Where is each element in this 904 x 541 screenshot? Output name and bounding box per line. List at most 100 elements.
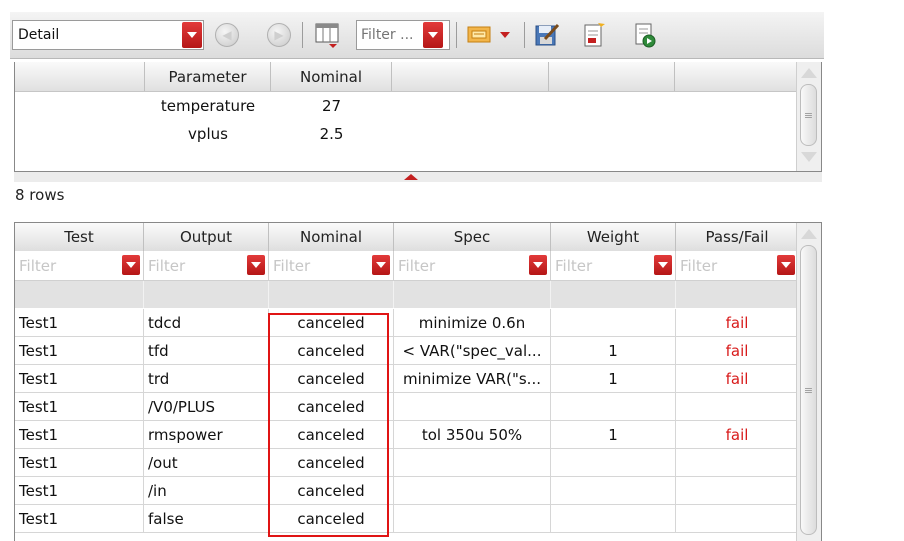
- image-button[interactable]: [464, 20, 494, 50]
- header-output[interactable]: Output: [144, 223, 269, 251]
- cell-pass-fail: [676, 393, 798, 420]
- parameter-row[interactable]: vplus 2.5: [15, 120, 798, 148]
- header-empty: [675, 62, 798, 91]
- cell-weight: [551, 449, 676, 476]
- filter-cell-nominal[interactable]: Filter: [269, 251, 394, 280]
- filter-cell-weight[interactable]: Filter: [551, 251, 676, 280]
- cell-test: Test1: [15, 477, 144, 504]
- header-weight[interactable]: Weight: [551, 223, 676, 251]
- cell-spec: minimize 0.6n: [394, 309, 551, 336]
- view-select[interactable]: Detail: [12, 20, 204, 50]
- cell-pass-fail: fail: [725, 425, 749, 444]
- header-blank: [15, 62, 145, 91]
- filter-cell-test[interactable]: Filter: [15, 251, 144, 280]
- results-scrollbar[interactable]: ≡: [796, 223, 821, 541]
- group-cell: [551, 281, 676, 308]
- edit-save-button[interactable]: [532, 20, 562, 50]
- cell-test: Test1: [15, 505, 144, 532]
- cell-pass-fail: [676, 505, 798, 532]
- filter-dropdown-icon[interactable]: [372, 255, 390, 275]
- cell-output: /out: [144, 449, 269, 476]
- scroll-down-icon[interactable]: [801, 152, 817, 162]
- filter-dropdown-icon[interactable]: [529, 255, 547, 275]
- header-parameter[interactable]: Parameter: [145, 62, 271, 91]
- filter-placeholder: Filter: [273, 257, 311, 275]
- scrollbar-thumb[interactable]: ≡: [800, 84, 817, 146]
- filter-placeholder: Filter: [148, 257, 186, 275]
- row-count-label: 8 rows: [15, 186, 65, 204]
- header-nominal[interactable]: Nominal: [269, 223, 394, 251]
- cell-test: Test1: [15, 309, 144, 336]
- scroll-up-icon[interactable]: [801, 229, 817, 239]
- table-row[interactable]: Test1/in canceled: [15, 477, 798, 505]
- table-row[interactable]: Test1/out canceled: [15, 449, 798, 477]
- parameter-scrollbar[interactable]: ≡: [796, 62, 821, 171]
- cell-nominal: canceled: [269, 337, 394, 364]
- table-row[interactable]: Test1 trd canceled minimize VAR("s... 1 fail: [15, 365, 798, 393]
- cell-test: Test1: [15, 337, 144, 364]
- filter-dropdown-icon[interactable]: [122, 255, 140, 275]
- chevron-up-icon[interactable]: [404, 174, 418, 180]
- back-button[interactable]: ◀: [212, 20, 242, 50]
- filter-dropdown-icon[interactable]: [777, 255, 795, 275]
- scrollbar-thumb[interactable]: ≡: [800, 245, 817, 535]
- filter-select[interactable]: [356, 20, 450, 50]
- parameter-row[interactable]: temperature 27: [15, 92, 798, 120]
- document-button[interactable]: [578, 20, 608, 50]
- pane-splitter[interactable]: [14, 172, 822, 182]
- chevron-down-icon[interactable]: [182, 22, 202, 48]
- cell-test: Test1: [15, 393, 144, 420]
- cell-nominal: canceled: [269, 449, 394, 476]
- table-row[interactable]: Test1/V0/PLUS canceled: [15, 393, 798, 421]
- cell-test: Test1: [15, 449, 144, 476]
- scroll-up-icon[interactable]: [801, 68, 817, 78]
- cell-spec: [394, 505, 551, 532]
- toolbar-separator: [302, 22, 303, 48]
- run-document-button[interactable]: [630, 20, 660, 50]
- toolbar-separator: [456, 22, 457, 48]
- table-row[interactable]: Test1 tfd canceled < VAR("spec_val... 1 fail: [15, 337, 798, 365]
- cell-output: trd: [144, 365, 269, 392]
- header-spec[interactable]: Spec: [394, 223, 551, 251]
- table-row[interactable]: Test1 false canceled: [15, 505, 798, 533]
- cell-test: Test1: [15, 365, 144, 392]
- cell-pass-fail: fail: [725, 341, 749, 360]
- group-cell: [15, 281, 144, 308]
- table-row[interactable]: Test1 tdcd canceled minimize 0.6n fail: [15, 309, 798, 337]
- cell-nominal: canceled: [269, 477, 394, 504]
- filter-cell-output[interactable]: Filter: [144, 251, 269, 280]
- filter-input[interactable]: [357, 26, 423, 44]
- group-cell: [676, 281, 798, 308]
- filter-cell-spec[interactable]: Filter: [394, 251, 551, 280]
- cell-weight: 1: [551, 421, 676, 448]
- cell-output: tdcd: [144, 309, 269, 336]
- cell-nominal: canceled: [269, 421, 394, 448]
- cell-weight: 1: [551, 365, 676, 392]
- image-menu-button[interactable]: [496, 20, 514, 50]
- cell-nominal: canceled: [269, 309, 394, 336]
- header-nominal[interactable]: Nominal: [271, 62, 392, 91]
- parameter-table: Parameter Nominal temperature 27 vplus 2…: [14, 62, 822, 172]
- forward-button[interactable]: ▶: [264, 20, 294, 50]
- forward-icon: ▶: [267, 23, 291, 47]
- filter-dropdown-icon[interactable]: [247, 255, 265, 275]
- parameter-value: 2.5: [319, 125, 344, 143]
- group-cell: [394, 281, 551, 308]
- cell-nominal: canceled: [269, 365, 394, 392]
- filter-cell-pass-fail[interactable]: Filter: [676, 251, 798, 280]
- cell-output: /V0/PLUS: [144, 393, 269, 420]
- table-row[interactable]: Test1 rmspower canceled tol 350u 50% 1 fail: [15, 421, 798, 449]
- filter-dropdown-icon[interactable]: [654, 255, 672, 275]
- image-icon: [467, 26, 491, 43]
- view-select-value: Detail: [18, 27, 60, 43]
- filter-placeholder: Filter: [555, 257, 593, 275]
- filter-placeholder: Filter: [680, 257, 718, 275]
- run-document-icon: [635, 23, 656, 48]
- header-pass-fail[interactable]: Pass/Fail: [676, 223, 798, 251]
- table-columns-icon: [315, 23, 339, 48]
- header-test[interactable]: Test: [15, 223, 144, 251]
- cell-output: /in: [144, 477, 269, 504]
- filter-dropdown-icon[interactable]: [423, 22, 443, 48]
- cell-spec: tol 350u 50%: [394, 421, 551, 448]
- columns-button[interactable]: [312, 20, 342, 50]
